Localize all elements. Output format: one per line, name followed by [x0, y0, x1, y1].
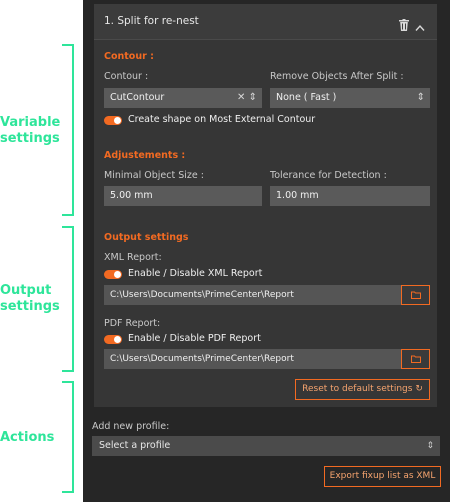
trash-icon[interactable] — [399, 16, 409, 31]
clear-icon[interactable]: ✕ — [237, 92, 245, 103]
profile-select-value: Select a profile — [99, 440, 171, 451]
annotation-actions: Actions — [0, 430, 55, 445]
pdf-path-input[interactable]: C:\Users\Documents\PrimeCenter\Report — [104, 349, 401, 369]
profile-title: 1. Split for re-nest — [104, 15, 199, 27]
tolerance-label: Tolerance for Detection : — [270, 170, 387, 181]
xml-report-label: XML Report: — [104, 252, 162, 263]
contour-select[interactable]: CutContour ✕ ⇕ — [104, 88, 262, 108]
external-contour-toggle[interactable] — [104, 116, 122, 125]
profile-select[interactable]: Select a profile ⇕ — [92, 436, 440, 456]
xml-report-toggle-label: Enable / Disable XML Report — [128, 268, 263, 279]
external-contour-label: Create shape on Most External Contour — [128, 114, 316, 125]
contour-label: Contour : — [104, 71, 149, 82]
chevron-up-icon[interactable] — [415, 17, 425, 31]
pdf-report-toggle-label: Enable / Disable PDF Report — [128, 333, 261, 344]
sort-arrows-icon: ⇕ — [248, 92, 257, 103]
bracket-output-settings — [62, 226, 74, 372]
profiles-panel: 1. Split for re-nest Contour : Contour :… — [83, 0, 450, 502]
folder-icon — [411, 355, 421, 363]
tolerance-input[interactable]: 1.00 mm — [270, 186, 430, 206]
contour-section-title: Contour : — [104, 51, 154, 62]
min-size-input[interactable]: 5.00 mm — [104, 186, 262, 206]
annotation-output-settings: Output settings — [0, 283, 60, 314]
export-xml-button[interactable]: Export fixup list as XML — [324, 466, 441, 487]
xml-path-input[interactable]: C:\Users\Documents\PrimeCenter\Report — [104, 285, 401, 305]
bracket-variable-settings — [62, 44, 74, 216]
annotation-variable-settings: Variable settings — [0, 115, 61, 146]
min-size-label: Minimal Object Size : — [104, 170, 204, 181]
output-section-title: Output settings — [104, 232, 189, 243]
sort-arrows-icon: ⇕ — [426, 441, 434, 451]
profile-settings-card: Contour : Contour : CutContour ✕ ⇕ Remov… — [94, 40, 437, 407]
pdf-report-label: PDF Report: — [104, 318, 161, 329]
reset-defaults-button[interactable]: Reset to default settings ↻ — [295, 379, 430, 400]
reset-defaults-label: Reset to default settings — [302, 384, 413, 394]
sort-arrows-icon: ⇕ — [416, 92, 425, 103]
adjustments-section-title: Adjustements : — [104, 150, 186, 161]
reset-icon: ↻ — [415, 384, 423, 394]
add-profile-label: Add new profile: — [92, 421, 170, 432]
xml-report-toggle[interactable] — [104, 270, 122, 279]
remove-objects-label: Remove Objects After Split : — [270, 71, 404, 82]
contour-value: CutContour — [110, 92, 165, 103]
folder-icon — [411, 291, 421, 299]
pdf-report-toggle[interactable] — [104, 335, 122, 344]
profile-header[interactable]: 1. Split for re-nest — [94, 4, 437, 40]
xml-browse-button[interactable] — [401, 285, 430, 305]
pdf-browse-button[interactable] — [401, 349, 430, 369]
remove-objects-value: None ( Fast ) — [276, 92, 337, 103]
bracket-actions — [62, 381, 74, 493]
remove-objects-select[interactable]: None ( Fast ) ⇕ — [270, 88, 430, 108]
